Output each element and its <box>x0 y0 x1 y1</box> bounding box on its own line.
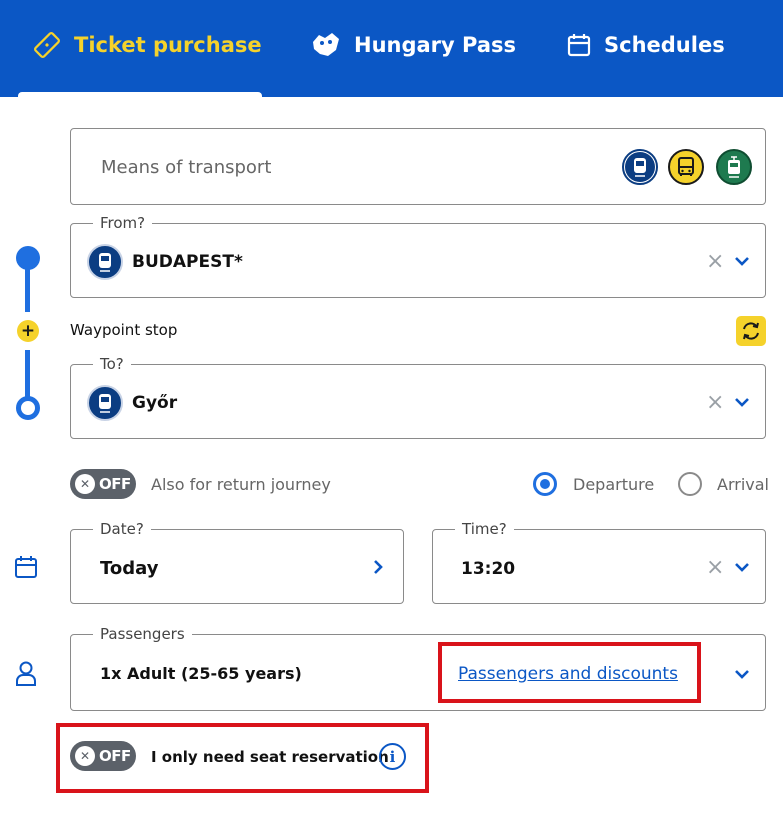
date-value: Today <box>100 558 159 579</box>
origin-dot <box>16 246 40 270</box>
means-of-transport-field[interactable]: Means of transport <box>70 128 766 205</box>
calendar-icon <box>14 555 38 584</box>
route-line-upper <box>25 268 30 312</box>
tab-ticket-purchase[interactable]: Ticket purchase <box>32 0 262 90</box>
time-value: 13:20 <box>461 559 516 579</box>
date-field[interactable]: Date? Today <box>70 519 404 604</box>
from-field[interactable]: From? BUDAPEST* × <box>70 213 766 298</box>
return-journey-toggle[interactable]: ✕ OFF <box>70 469 136 499</box>
clear-icon[interactable]: × <box>706 557 724 579</box>
chevron-down-icon[interactable] <box>733 252 751 275</box>
route-line-lower <box>25 350 30 398</box>
date-legend: Date? <box>93 519 151 539</box>
chevron-down-icon[interactable] <box>733 558 751 581</box>
chevron-down-icon[interactable] <box>733 393 751 416</box>
to-legend: To? <box>93 354 131 374</box>
waypoint-stop-label[interactable]: Waypoint stop <box>70 321 177 339</box>
passengers-value: 1x Adult (25-65 years) <box>100 664 302 683</box>
tab-label: Schedules <box>604 33 725 57</box>
highlight-box-seat-reservation <box>56 723 429 793</box>
time-field[interactable]: Time? 13:20 × <box>432 519 766 604</box>
arrival-label[interactable]: Arrival <box>717 475 769 494</box>
means-of-transport-placeholder: Means of transport <box>101 157 272 178</box>
swap-icon[interactable] <box>736 316 766 346</box>
departure-label[interactable]: Departure <box>573 475 654 494</box>
chevron-down-icon[interactable] <box>733 665 751 688</box>
bus-icon[interactable] <box>668 149 704 185</box>
train-icon <box>87 385 123 421</box>
clear-icon[interactable]: × <box>706 392 724 414</box>
active-tab-indicator <box>18 92 262 100</box>
from-value: BUDAPEST* <box>132 252 243 272</box>
tab-label: Ticket purchase <box>74 33 262 57</box>
to-field[interactable]: To? Győr × <box>70 354 766 439</box>
clear-icon[interactable]: × <box>706 251 724 273</box>
departure-radio[interactable] <box>533 472 557 496</box>
top-navigation: Ticket purchase Hungary Pass Schedules <box>0 0 783 100</box>
tab-label: Hungary Pass <box>354 33 517 57</box>
tram-icon[interactable] <box>716 149 752 185</box>
train-icon <box>87 244 123 280</box>
train-icon[interactable] <box>622 149 658 185</box>
from-legend: From? <box>93 213 153 233</box>
person-icon <box>14 660 38 691</box>
calendar-icon <box>566 32 592 58</box>
passengers-legend: Passengers <box>93 624 192 644</box>
hungary-pass-icon <box>310 30 342 60</box>
time-legend: Time? <box>455 519 514 539</box>
highlight-box-passengers-link <box>438 642 701 703</box>
destination-dot <box>16 396 40 420</box>
chevron-right-icon[interactable] <box>370 558 386 581</box>
ticket-icon <box>32 30 62 60</box>
add-waypoint-icon[interactable]: + <box>17 320 39 342</box>
to-value: Győr <box>132 393 178 413</box>
toggle-state: OFF <box>99 475 131 493</box>
toggle-off-icon: ✕ <box>75 474 95 494</box>
return-journey-label: Also for return journey <box>151 475 331 494</box>
tab-hungary-pass[interactable]: Hungary Pass <box>310 0 516 90</box>
arrival-radio[interactable] <box>678 472 702 496</box>
tab-schedules[interactable]: Schedules <box>566 0 725 90</box>
